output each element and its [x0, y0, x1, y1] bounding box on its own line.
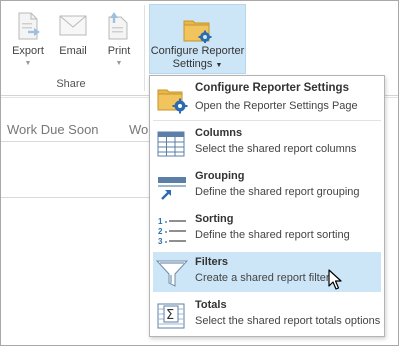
menu-item-title: Columns	[195, 127, 243, 139]
chevron-down-icon: ▼	[24, 60, 32, 67]
svg-text:2: 2	[158, 227, 163, 236]
folder-gear-icon	[156, 84, 188, 116]
svg-text:3: 3	[158, 237, 163, 246]
menu-item-columns[interactable]: Columns Select the shared report columns	[153, 123, 381, 163]
app-frame: Export ▼ Email Print ▼ Share Configure R…	[0, 0, 399, 346]
menu-item-desc: Select the shared report columns	[195, 143, 357, 155]
svg-text:Σ: Σ	[166, 308, 174, 323]
menu-item-desc: Select the shared report totals options	[195, 315, 381, 327]
export-label: Export	[12, 45, 44, 57]
menu-item-title: Filters	[195, 256, 229, 268]
tab-work-due-soon[interactable]: Work Due Soon	[7, 122, 99, 137]
menu-item-desc: Define the shared report grouping	[195, 186, 360, 198]
print-icon	[106, 11, 132, 44]
configure-reporter-settings-button[interactable]: Configure Reporter Settings ▼	[149, 4, 246, 74]
columns-grid-icon	[156, 128, 188, 160]
mouse-cursor-icon	[328, 269, 342, 296]
menu-item-configure-reporter-settings[interactable]: Configure Reporter Settings Open the Rep…	[153, 79, 381, 119]
email-button[interactable]: Email	[53, 5, 93, 71]
menu-separator	[153, 120, 381, 121]
sorting-icon: 1 2 3	[156, 214, 188, 246]
menu-item-desc: Create a shared report filter	[195, 272, 330, 284]
menu-item-desc: Define the shared report sorting	[195, 229, 350, 241]
envelope-icon	[59, 15, 87, 40]
menu-item-title: Sorting	[195, 213, 234, 225]
configure-label-line1: Configure Reporter	[150, 45, 245, 57]
export-button[interactable]: Export ▼	[7, 5, 49, 71]
svg-text:1: 1	[158, 217, 163, 226]
menu-item-title: Configure Reporter Settings	[195, 82, 349, 94]
folder-gear-icon	[183, 17, 213, 46]
grouping-icon	[156, 171, 188, 203]
content-divider	[1, 141, 151, 142]
print-button[interactable]: Print ▼	[99, 5, 139, 71]
email-label: Email	[59, 45, 87, 57]
share-group-label: Share	[56, 78, 86, 90]
chevron-down-icon: ▼	[215, 62, 223, 69]
configure-label-line2: Settings ▼	[172, 58, 223, 70]
menu-item-totals[interactable]: Σ Totals Select the shared report totals…	[153, 295, 381, 335]
print-label: Print	[107, 45, 131, 57]
menu-item-title: Grouping	[195, 170, 245, 182]
configure-reporter-dropdown-menu: Configure Reporter Settings Open the Rep…	[149, 75, 385, 337]
tab-second[interactable]: Wo	[129, 122, 148, 137]
menu-item-title: Totals	[195, 299, 227, 311]
sigma-grid-icon: Σ	[156, 300, 188, 332]
menu-item-sorting[interactable]: 1 2 3 Sorting Define the shared report s…	[153, 209, 381, 249]
content-divider	[1, 197, 151, 198]
funnel-icon	[155, 257, 189, 289]
menu-item-filters[interactable]: Filters Create a shared report filter	[153, 252, 381, 292]
menu-item-grouping[interactable]: Grouping Define the shared report groupi…	[153, 166, 381, 206]
export-icon	[16, 11, 42, 44]
group-separator	[144, 5, 145, 91]
menu-item-desc: Open the Reporter Settings Page	[195, 100, 358, 112]
chevron-down-icon: ▼	[115, 60, 123, 67]
